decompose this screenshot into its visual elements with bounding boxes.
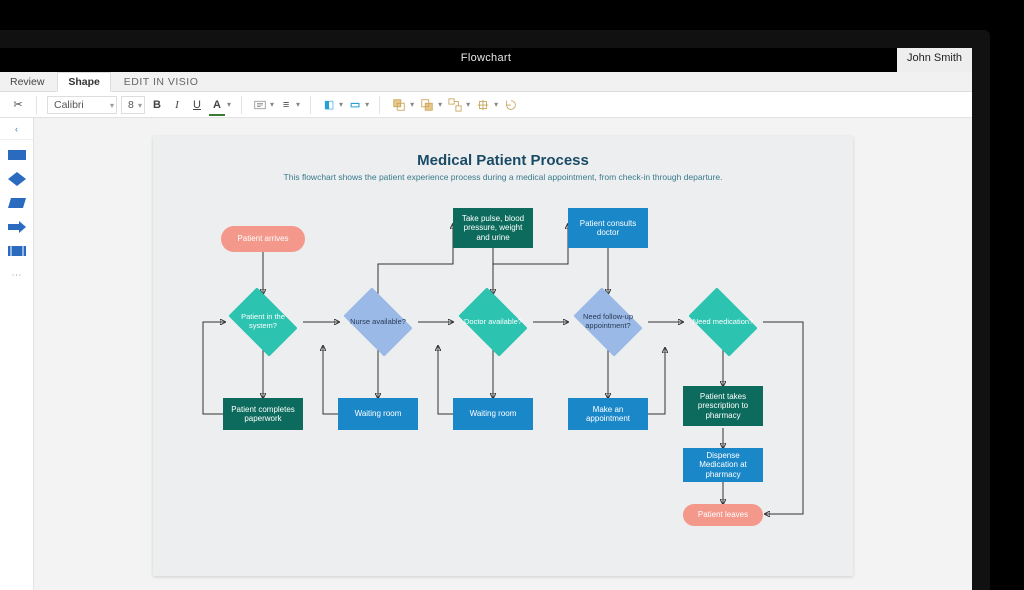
node-label: Patient leaves: [698, 510, 748, 519]
shape-stencil-data[interactable]: [5, 194, 29, 212]
tab-review[interactable]: Review: [0, 73, 54, 91]
rotate-button[interactable]: [502, 96, 520, 114]
font-family-combo[interactable]: Calibri: [47, 96, 117, 114]
shape-stencil-more[interactable]: ⋯: [5, 266, 29, 284]
node-label: Nurse available?: [350, 318, 406, 327]
node-decision-followup[interactable]: Need follow-up appointment?: [568, 294, 648, 350]
fill-button[interactable]: [321, 96, 337, 114]
title-bar: Flowchart John Smith: [0, 48, 972, 72]
node-process-paperwork[interactable]: Patient completes paperwork: [223, 398, 303, 430]
size-position-button[interactable]: [474, 96, 492, 114]
font-size-combo[interactable]: 8: [121, 96, 145, 114]
document-title: Flowchart: [461, 52, 511, 64]
canvas[interactable]: Medical Patient Process This flowchart s…: [34, 118, 972, 590]
underline-button[interactable]: U: [189, 96, 205, 114]
send-backward-button[interactable]: [418, 96, 436, 114]
node-process-prescription[interactable]: Patient takes prescription to pharmacy: [683, 386, 763, 426]
node-label: Need medication?: [693, 318, 753, 327]
separator: [379, 96, 380, 114]
app-screen: Flowchart John Smith Review Shape EDIT I…: [0, 48, 972, 590]
tab-edit-in-visio[interactable]: EDIT IN VISIO: [114, 73, 209, 91]
node-decision-need-medication[interactable]: Need medication?: [683, 294, 763, 350]
node-label: Doctor available?: [464, 318, 522, 327]
node-label: Patient arrives: [237, 234, 288, 243]
shape-stencil-decision[interactable]: [5, 170, 29, 188]
dropdown-icon[interactable]: ▾: [494, 100, 498, 109]
node-label: Dispense Medication at pharmacy: [687, 451, 759, 479]
align-button[interactable]: [278, 96, 294, 114]
outline-button[interactable]: [347, 96, 363, 114]
page[interactable]: Medical Patient Process This flowchart s…: [153, 136, 853, 576]
bold-button[interactable]: B: [149, 96, 165, 114]
separator: [310, 96, 311, 114]
node-process-dispense[interactable]: Dispense Medication at pharmacy: [683, 448, 763, 482]
node-process-waiting-room-2[interactable]: Waiting room: [453, 398, 533, 430]
dropdown-icon[interactable]: ▾: [339, 100, 343, 109]
separator: [36, 96, 37, 114]
font-color-button[interactable]: A: [209, 96, 225, 114]
node-start[interactable]: Patient arrives: [221, 226, 305, 252]
node-label: Patient completes paperwork: [227, 405, 299, 423]
shape-stencil-process[interactable]: [5, 146, 29, 164]
cut-button[interactable]: [10, 96, 26, 114]
collapse-panel-icon[interactable]: ‹: [0, 124, 33, 140]
node-label: Patient takes prescription to pharmacy: [687, 392, 759, 420]
dropdown-icon[interactable]: ▾: [410, 100, 414, 109]
node-process-waiting-room-1[interactable]: Waiting room: [338, 398, 418, 430]
dropdown-icon[interactable]: ▾: [270, 100, 274, 109]
dropdown-icon[interactable]: ▾: [438, 100, 442, 109]
node-label: Make an appointment: [572, 405, 644, 423]
node-label: Waiting room: [355, 409, 402, 418]
separator: [241, 96, 242, 114]
monitor-bezel: Flowchart John Smith Review Shape EDIT I…: [0, 30, 990, 590]
node-process-make-appointment[interactable]: Make an appointment: [568, 398, 648, 430]
font-color-dropdown-icon[interactable]: ▾: [227, 100, 231, 109]
italic-button[interactable]: I: [169, 96, 185, 114]
shape-toolbar: Calibri 8 B I U A ▾ ▾ ▾ ▾ ▾ ▾: [0, 92, 972, 118]
shape-stencil-subprocess[interactable]: [5, 242, 29, 260]
node-process-vitals[interactable]: Take pulse, blood pressure, weight and u…: [453, 208, 533, 248]
tab-shape[interactable]: Shape: [57, 72, 111, 92]
text-block-button[interactable]: [252, 96, 268, 114]
group-button[interactable]: [446, 96, 464, 114]
shape-stencil-arrow[interactable]: [5, 218, 29, 236]
dropdown-icon[interactable]: ▾: [365, 100, 369, 109]
shape-panel: ‹ ⋯: [0, 118, 34, 590]
node-decision-nurse-available[interactable]: Nurse available?: [338, 294, 418, 350]
user-chip[interactable]: John Smith: [897, 48, 972, 72]
dropdown-icon[interactable]: ▾: [466, 100, 470, 109]
node-label: Patient in the system?: [228, 313, 298, 330]
node-end[interactable]: Patient leaves: [683, 504, 763, 526]
dropdown-icon[interactable]: ▾: [296, 100, 300, 109]
node-label: Waiting room: [470, 409, 517, 418]
node-label: Patient consults doctor: [572, 219, 644, 237]
node-decision-doctor-available[interactable]: Doctor available?: [453, 294, 533, 350]
node-process-consult[interactable]: Patient consults doctor: [568, 208, 648, 248]
node-decision-patient-in-system[interactable]: Patient in the system?: [223, 294, 303, 350]
ribbon-tabs: Review Shape EDIT IN VISIO: [0, 72, 972, 92]
bring-forward-button[interactable]: [390, 96, 408, 114]
node-label: Take pulse, blood pressure, weight and u…: [457, 214, 529, 242]
node-label: Need follow-up appointment?: [573, 313, 643, 330]
